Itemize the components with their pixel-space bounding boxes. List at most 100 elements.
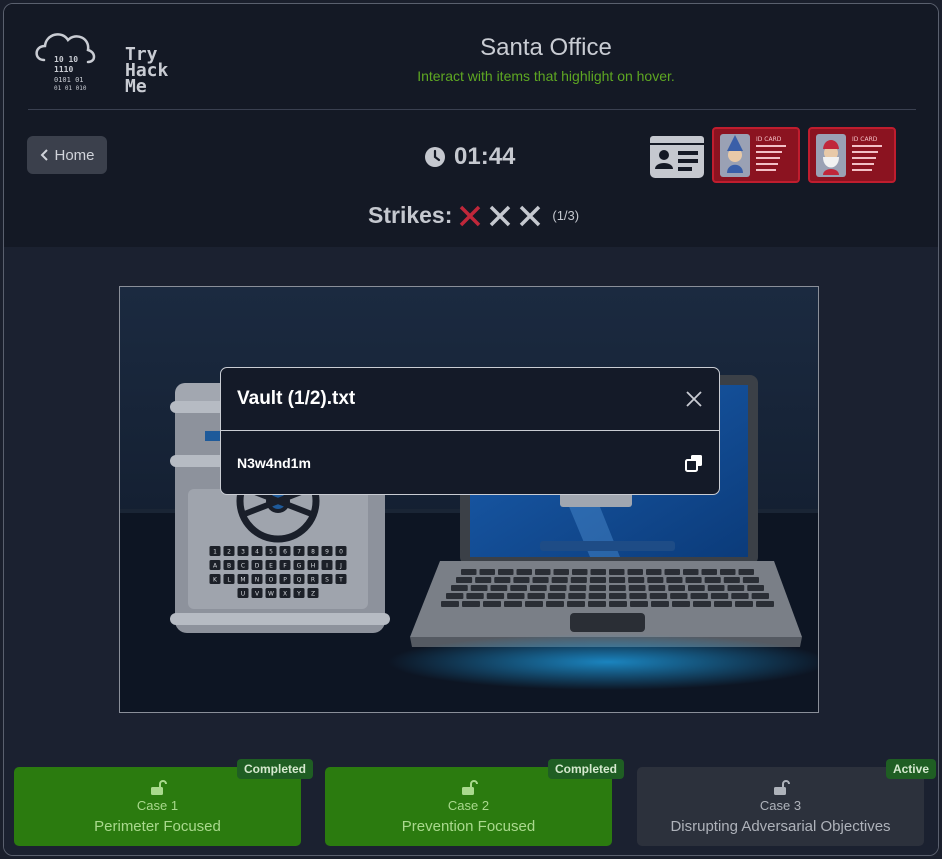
strikes-label: Strikes:: [368, 202, 453, 228]
status-badge: Completed: [236, 759, 313, 779]
keypad-key[interactable]: X: [279, 588, 291, 598]
laptop-key: [646, 569, 662, 575]
keypad-key[interactable]: 1: [209, 546, 221, 556]
keypad-key[interactable]: R: [307, 574, 319, 584]
laptop-key: [570, 577, 587, 583]
keypad-key[interactable]: O: [265, 574, 277, 584]
laptop-key: [647, 577, 664, 583]
keypad-key[interactable]: 2: [223, 546, 235, 556]
keypad-key-label: C: [241, 563, 245, 570]
svg-text:10 10: 10 10: [54, 55, 78, 64]
keypad-key-label: Q: [297, 577, 302, 584]
laptop-key: [756, 601, 774, 607]
tryhackme-logo[interactable]: 10 10 1110 0101 01 01 01 010 Try Hack Me: [30, 24, 168, 104]
keypad-key[interactable]: 8: [307, 546, 319, 556]
laptop-key: [735, 601, 753, 607]
case-card-2[interactable]: Case 2 Prevention Focused Completed: [325, 759, 624, 846]
laptop-key: [461, 569, 477, 575]
strike-empty-icon: [490, 205, 511, 226]
laptop-key: [720, 569, 736, 575]
keypad-key[interactable]: H: [307, 560, 319, 570]
laptop-key: [569, 585, 587, 591]
laptop-key: [494, 577, 511, 583]
home-button-label: Home: [54, 146, 95, 164]
laptop-key: [498, 569, 514, 575]
laptop-key: [441, 601, 459, 607]
keypad-key[interactable]: P: [279, 574, 291, 584]
keypad-key-label: 0: [339, 549, 343, 556]
keypad-key[interactable]: A: [209, 560, 221, 570]
status-badge: Active: [885, 759, 936, 779]
keypad-key[interactable]: F: [279, 560, 291, 570]
keypad-key[interactable]: T: [335, 574, 347, 584]
keypad-key[interactable]: 9: [321, 546, 333, 556]
case-name: Disrupting Adversarial Objectives: [670, 818, 891, 835]
keypad-key-label: 8: [311, 549, 315, 556]
app-frame: 10 10 1110 0101 01 01 01 010 Try Hack Me…: [3, 3, 939, 856]
case-name: Perimeter Focused: [94, 818, 221, 835]
laptop-key: [588, 593, 606, 599]
laptop-key: [535, 569, 551, 575]
status-badge: Completed: [547, 759, 624, 779]
keypad-key[interactable]: 0: [335, 546, 347, 556]
id-card-label: ID CARD: [756, 136, 782, 143]
keypad-key[interactable]: N: [251, 574, 263, 584]
keypad-key[interactable]: L: [223, 574, 235, 584]
keypad-key[interactable]: D: [251, 560, 263, 570]
keypad-key[interactable]: G: [293, 560, 305, 570]
laptop-key: [589, 577, 606, 583]
keypad-key[interactable]: Q: [293, 574, 305, 584]
home-button[interactable]: Home: [27, 136, 107, 174]
laptop-key: [731, 593, 749, 599]
id-card-santa[interactable]: ID CARD: [808, 127, 896, 183]
keypad-key[interactable]: S: [321, 574, 333, 584]
strike-empty-icon: [520, 205, 541, 226]
keypad-key[interactable]: Z: [307, 588, 319, 598]
case-card-1[interactable]: Case 1 Perimeter Focused Completed: [14, 759, 313, 846]
keypad-key[interactable]: Y: [293, 588, 305, 598]
id-card-elf[interactable]: ID CARD: [712, 127, 800, 183]
laptop-key: [532, 577, 549, 583]
vault-code-text[interactable]: N3w4nd1m: [237, 455, 311, 471]
modal-body: N3w4nd1m: [221, 431, 719, 494]
case-card-3[interactable]: Case 3 Disrupting Adversarial Objectives…: [637, 759, 936, 846]
keypad-key[interactable]: V: [251, 588, 263, 598]
laptop-key: [462, 601, 480, 607]
keypad-key[interactable]: W: [265, 588, 277, 598]
keypad-key[interactable]: 6: [279, 546, 291, 556]
keypad-key[interactable]: B: [223, 560, 235, 570]
unlocked-icon: [150, 780, 167, 795]
santa-id-card-image: ID CARD: [816, 134, 882, 177]
countdown-timer: 01:44: [424, 143, 515, 171]
copy-icon[interactable]: [685, 454, 703, 472]
keypad-key-label: T: [338, 577, 343, 584]
keypad-key[interactable]: 4: [251, 546, 263, 556]
page-header: Santa Office Interact with items that hi…: [304, 34, 788, 84]
laptop-key: [546, 601, 564, 607]
laptop-key: [572, 569, 588, 575]
keypad-key[interactable]: I: [321, 560, 333, 570]
laptop-key: [714, 601, 732, 607]
laptop-key: [588, 601, 606, 607]
keypad-key[interactable]: J: [335, 560, 347, 570]
keypad-key-label: I: [326, 563, 328, 570]
keypad-key[interactable]: 3: [237, 546, 249, 556]
keypad-key[interactable]: M: [237, 574, 249, 584]
office-illustration: 1 2 3 4 5 6 7 8 9 0 A B C D E F G H I J K L M N O P Q R S T U V W X Y Z: [120, 287, 818, 712]
keypad-key[interactable]: U: [237, 588, 249, 598]
laptop-key: [629, 593, 647, 599]
laptop-key: [609, 569, 625, 575]
keypad-key[interactable]: 5: [265, 546, 277, 556]
close-icon[interactable]: [685, 390, 703, 408]
id-badge-icon[interactable]: [649, 135, 705, 179]
laptop-key: [649, 593, 668, 599]
keypad-key-label: M: [240, 577, 245, 584]
keypad-key-label: 6: [283, 549, 287, 556]
laptop-key: [466, 593, 484, 599]
keypad-key[interactable]: E: [265, 560, 277, 570]
keypad-key-label: N: [255, 577, 260, 584]
keypad-key[interactable]: 7: [293, 546, 305, 556]
laptop-key: [609, 577, 626, 583]
keypad-key[interactable]: C: [237, 560, 249, 570]
keypad-key[interactable]: K: [209, 574, 221, 584]
